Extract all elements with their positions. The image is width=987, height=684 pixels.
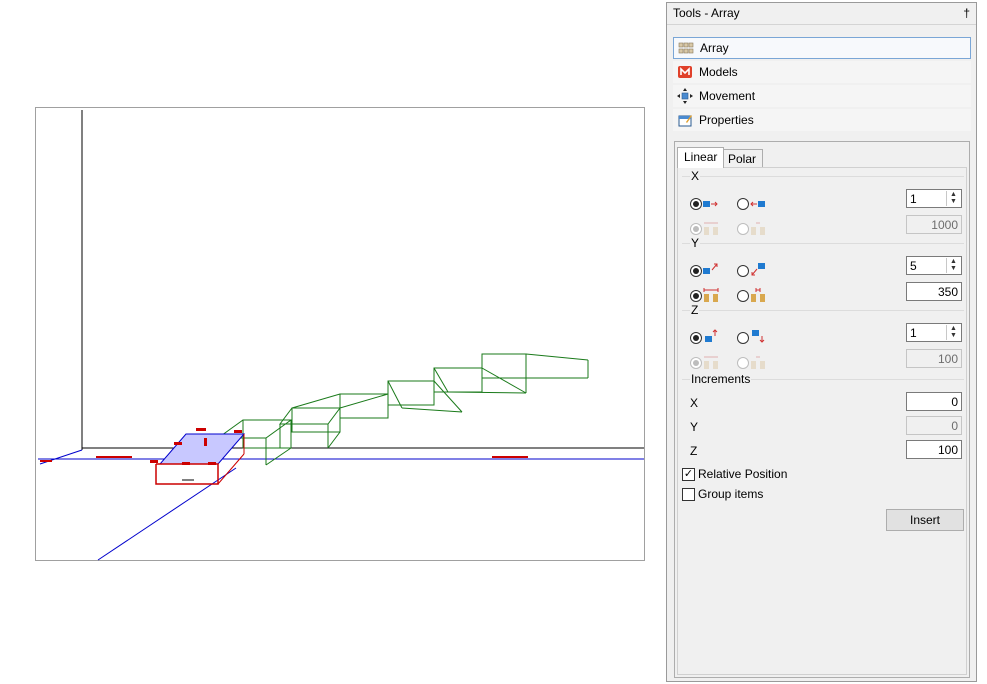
insert-button[interactable]: Insert [886,509,964,531]
y-negative-radio[interactable] [737,265,749,277]
relative-position-label[interactable]: Relative Position [698,467,787,481]
x-negative-icon [750,201,765,207]
z-gap-icon [751,356,765,369]
3d-viewport[interactable] [35,107,645,561]
spin-up-icon[interactable]: ▲ [947,258,960,265]
linear-tab-body: X 1 ▲ ▼ 1000 Y 5 ▲ ▼ 350 Z 1 ▲ ▼ 100 Inc… [677,167,967,675]
nav-item-label: Movement [699,89,756,103]
y-gap-icon [751,288,765,302]
tab-linear[interactable]: Linear [677,147,725,168]
x-positive-radio[interactable] [690,198,702,210]
nav-item-models[interactable]: Models [673,61,971,83]
x-gap-icon [751,222,765,235]
array-settings: Linear Polar X 1 ▲ ▼ 1000 Y 5 ▲ ▼ 350 Z … [674,141,970,678]
z-gap-radio[interactable] [737,357,749,369]
y-positive-radio[interactable] [690,265,702,277]
y-spacing-radio[interactable] [690,290,702,302]
increment-y-label: Y [690,420,699,434]
group-items-checkbox[interactable] [682,488,695,501]
nav-item-array[interactable]: Array [673,37,971,59]
z-spacing-icon [704,356,718,369]
increment-y-field[interactable]: 0 [906,416,962,435]
y-gap-radio[interactable] [737,290,749,302]
z-group-label: Z [690,303,700,317]
relative-position-checkbox[interactable]: ✓ [682,468,695,481]
x-count-spin-buttons[interactable]: ▲ ▼ [946,191,960,206]
z-count-stepper[interactable]: 1 ▲ ▼ [906,323,962,342]
axis-diagonal-line [97,467,237,561]
movement-icon [677,88,693,104]
selected-model [40,428,528,485]
increment-z-field[interactable]: 100 [906,440,962,459]
x-gap-radio[interactable] [737,223,749,235]
increments-group: Increments X 0 Y 0 Z 100 [682,372,964,468]
spin-down-icon[interactable]: ▼ [947,198,960,205]
y-negative-icon [751,263,765,276]
increment-x-field[interactable]: 0 [906,392,962,411]
increment-x-label: X [690,396,699,410]
x-spacing-radio[interactable] [690,223,702,235]
nav-item-movement[interactable]: Movement [673,85,971,107]
nav-item-label: Properties [699,113,754,127]
tools-array-panel: Tools - Array † Array Models Movement Pr… [666,2,977,682]
y-count-stepper[interactable]: 5 ▲ ▼ [906,256,962,275]
z-count-value: 1 [910,326,917,340]
nav-item-properties[interactable]: Properties [673,109,971,131]
spin-down-icon[interactable]: ▼ [947,332,960,339]
y-group: Y 5 ▲ ▼ 350 [682,236,964,308]
spin-up-icon[interactable]: ▲ [947,191,960,198]
z-negative-icon [752,330,765,343]
x-group: X 1 ▲ ▼ 1000 [682,169,964,241]
nav-item-label: Models [699,65,738,79]
tab-polar[interactable]: Polar [721,149,764,168]
y-group-label: Y [690,236,701,250]
y-distance-field[interactable]: 350 [906,282,962,301]
spin-down-icon[interactable]: ▼ [947,265,960,272]
x-count-stepper[interactable]: 1 ▲ ▼ [906,189,962,208]
group-items-label[interactable]: Group items [698,487,763,501]
z-group: Z 1 ▲ ▼ 100 [682,303,964,375]
increment-z-label: Z [690,444,698,458]
z-negative-radio[interactable] [737,332,749,344]
scene-canvas [38,110,644,561]
z-positive-radio[interactable] [690,332,702,344]
x-group-label: X [690,169,701,183]
z-spacing-radio[interactable] [690,357,702,369]
y-count-spin-buttons[interactable]: ▲ ▼ [946,258,960,273]
y-positive-icon [703,263,718,274]
y-count-value: 5 [910,259,917,273]
panel-title: Tools - Array [673,6,740,20]
pin-icon[interactable]: † [963,3,970,24]
nav-item-label: Array [700,41,729,55]
x-count-value: 1 [910,192,917,206]
panel-title-bar: Tools - Array † [667,3,976,25]
tool-nav: Array Models Movement Properties [673,37,971,133]
y-spacing-icon [703,288,719,302]
x-distance-field[interactable]: 1000 [906,215,962,234]
models-icon [678,66,692,78]
z-positive-icon [705,329,718,342]
z-distance-field[interactable]: 100 [906,349,962,368]
properties-icon [678,115,692,127]
x-negative-radio[interactable] [737,198,749,210]
array-icon [678,42,694,54]
x-positive-icon [703,201,718,207]
z-count-spin-buttons[interactable]: ▲ ▼ [946,325,960,340]
increments-label: Increments [690,372,752,386]
x-spacing-icon [704,222,718,235]
spin-up-icon[interactable]: ▲ [947,325,960,332]
